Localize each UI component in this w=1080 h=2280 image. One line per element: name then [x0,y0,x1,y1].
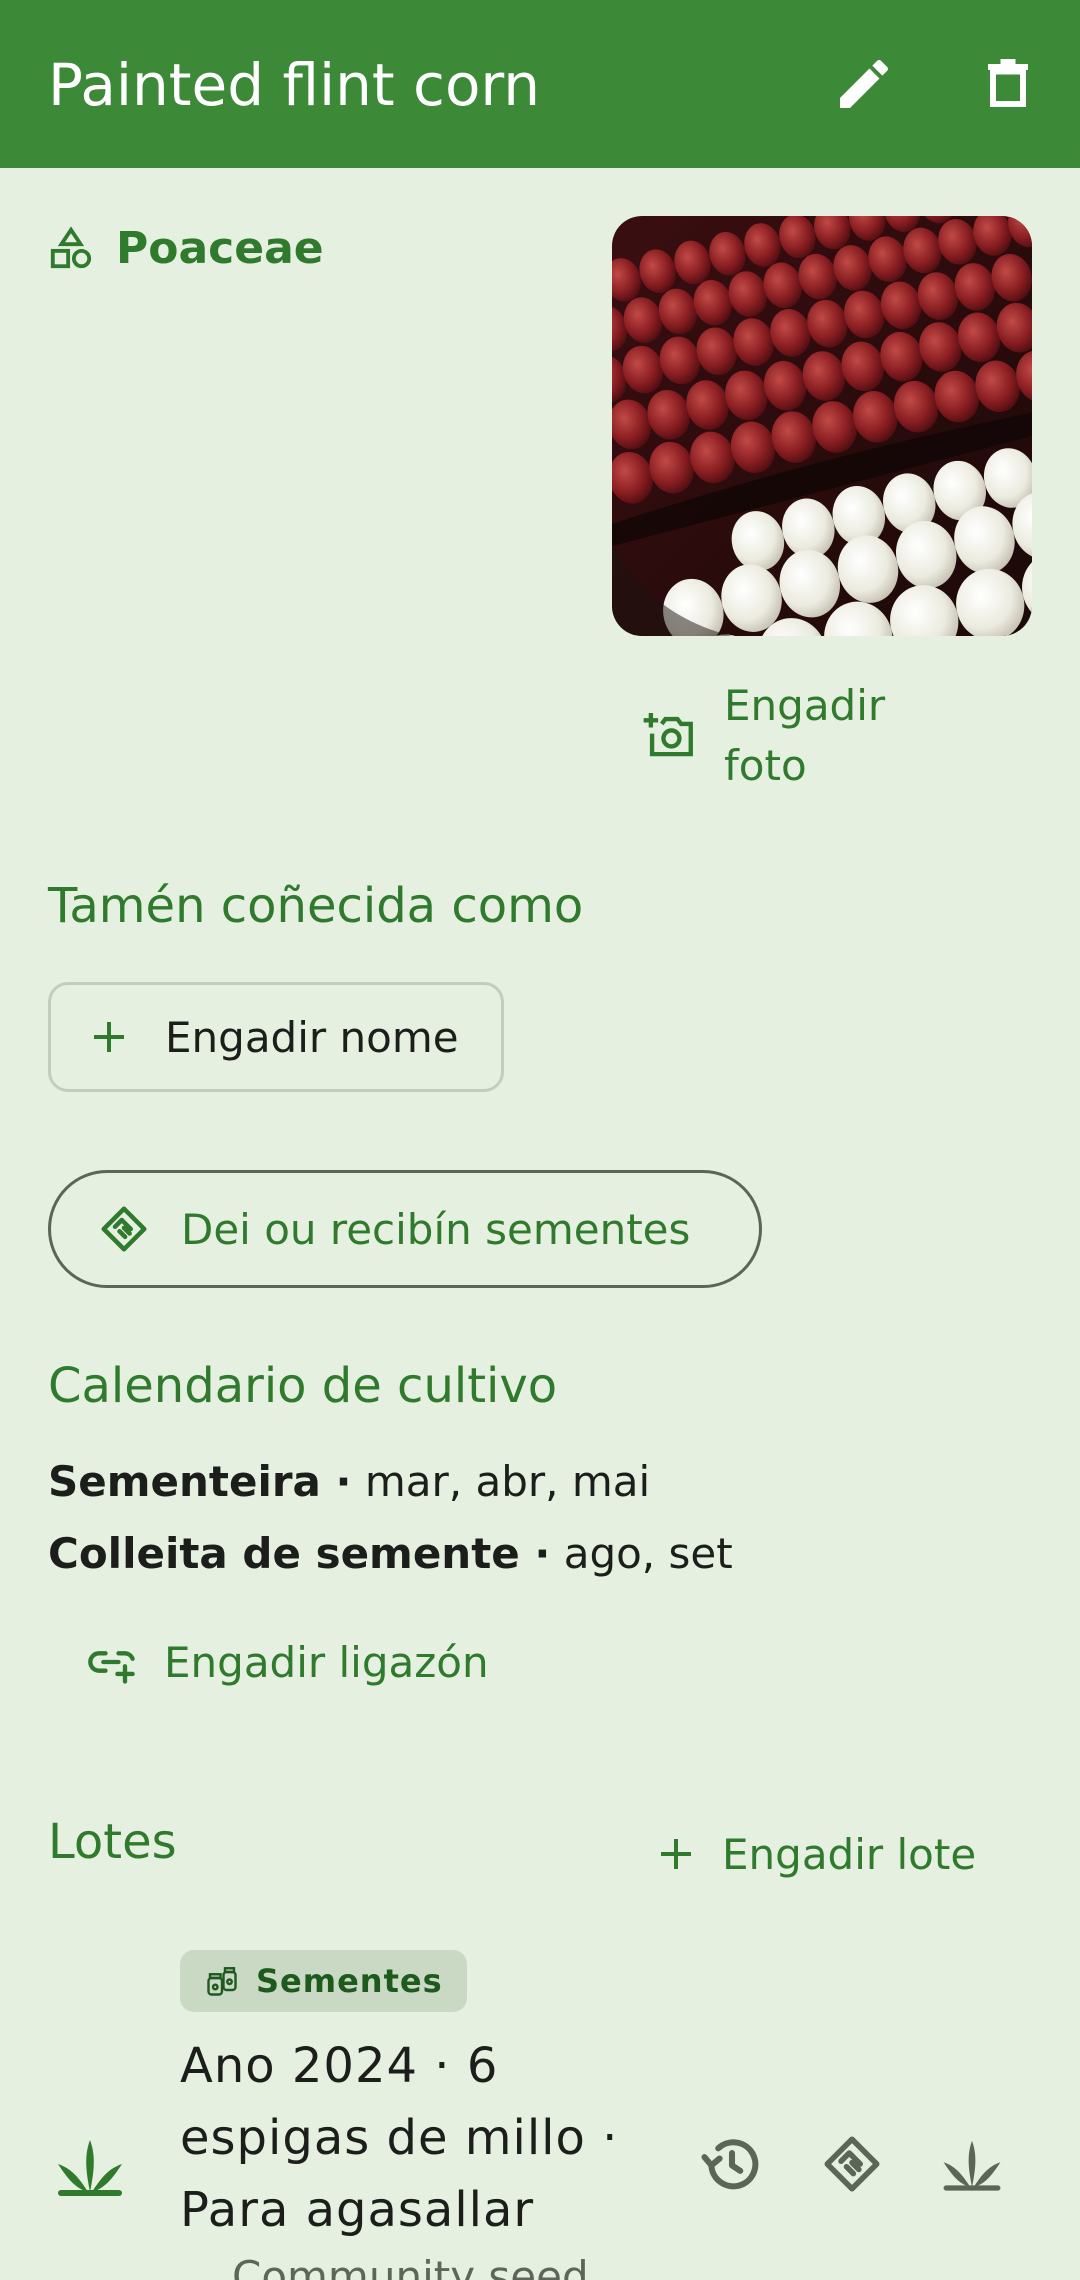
seed-harvest-label: Colleita de semente · [48,1529,551,1578]
lots-section-title: Lotes [48,1814,177,1870]
lot-sow-button[interactable] [930,2122,1014,2206]
variety-photo[interactable] [612,216,1032,636]
page-title: Painted flint corn [48,51,541,119]
family-label: Poaceae [116,222,324,274]
trash-icon [988,59,1028,107]
add-link-button[interactable]: Engadir ligazón [86,1630,489,1694]
sprout-icon [943,2140,1001,2191]
sowing-months: mar, abr, mai [364,1457,651,1506]
add-name-button[interactable]: Engadir nome [48,982,504,1092]
top-app-bar: Painted flint corn [0,0,1080,168]
corn-photo-image [612,216,1032,636]
plus-icon [94,1022,124,1052]
plus-icon [661,1839,691,1869]
lot-source: Community seed [232,2252,589,2280]
pencil-icon [840,59,889,108]
lot-exchange-button[interactable] [810,2122,894,2206]
seed-exchange-button[interactable]: Dei ou recibín sementes [48,1170,762,1288]
add-photo-button[interactable]: Engadir foto [640,676,940,796]
sowing-row: Sementeira · mar, abr, mai [48,1454,650,1510]
add-name-label: Engadir nome [165,1012,459,1062]
add-lot-button[interactable]: Engadir lote [656,1822,976,1886]
add-photo-label: Engadir foto [724,681,886,790]
lot-description: Ano 2024 · 6 espigas de millo · Para aga… [180,2038,619,2238]
handshake-icon [824,2136,880,2192]
add-link-label: Engadir ligazón [164,1637,489,1687]
aka-section-title: Tamén coñecida como [48,878,584,934]
seed-harvest-months: ago, set [563,1529,733,1578]
sprout-icon [50,2126,130,2206]
history-icon [701,2139,759,2190]
lot-type-label: Sementes [256,1962,443,2000]
seed-harvest-row: Colleita de semente · ago, set [48,1526,733,1582]
shapes-icon [50,226,92,269]
edit-button[interactable] [824,44,904,124]
add-lot-label: Engadir lote [722,1829,977,1879]
sowing-label: Sementeira · [48,1457,352,1506]
add-camera-icon [643,713,693,757]
family-row[interactable]: Poaceae [48,218,324,278]
handshake-icon [101,1206,147,1252]
calendar-section-title: Calendario de cultivo [48,1358,558,1414]
delete-button[interactable] [968,44,1048,124]
lot-list-item[interactable]: Sementes Ano 2024 · 6 espigas de millo ·… [0,1930,1080,2280]
add-link-icon [88,1651,135,1684]
seed-exchange-label: Dei ou recibín sementes [181,1204,691,1254]
seed-jars-icon [207,1967,237,1996]
lot-history-button[interactable] [690,2122,774,2206]
lot-type-badge: Sementes [180,1950,467,2012]
